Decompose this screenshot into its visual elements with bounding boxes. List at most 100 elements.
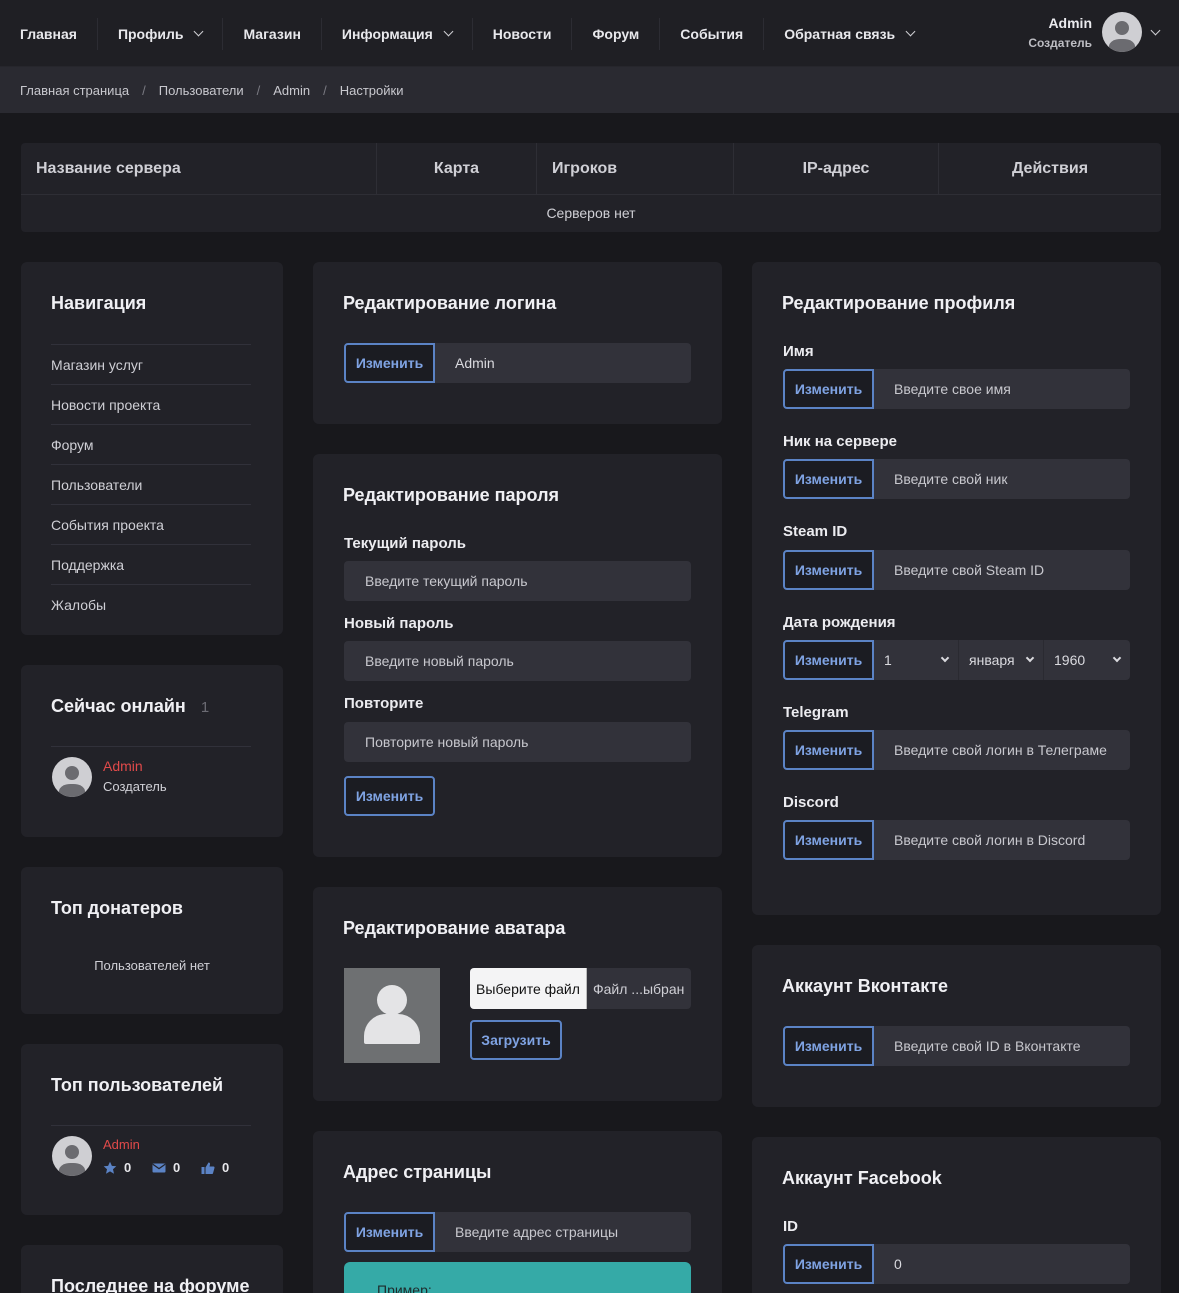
- online-user-name[interactable]: Admin: [103, 758, 143, 774]
- nick-field[interactable]: Введите свой ник: [874, 459, 1130, 499]
- upload-button[interactable]: Загрузить: [470, 1020, 562, 1060]
- birth-year-value: 1960: [1054, 652, 1086, 668]
- profile-edit-title: Редактирование профиля: [782, 293, 1016, 313]
- facebook-account-card: Аккаунт Facebook ID Изменить 0: [752, 1137, 1161, 1293]
- name-label: Имя: [783, 343, 814, 360]
- user-info: Admin Создатель: [1028, 15, 1092, 50]
- steam-label: Steam ID: [783, 523, 848, 540]
- online-user-role: Создатель: [103, 779, 167, 794]
- nav-link-shop-services[interactable]: Магазин услуг: [51, 344, 251, 384]
- breadcrumb-admin[interactable]: Admin: [273, 83, 310, 98]
- star-icon: [103, 1161, 117, 1174]
- current-password-label: Текущий пароль: [344, 535, 466, 552]
- nav-item-label: События: [680, 25, 744, 42]
- top-user-name[interactable]: Admin: [103, 1137, 140, 1152]
- change-steam-button[interactable]: Изменить: [783, 550, 874, 590]
- chevron-down-icon: [905, 26, 916, 37]
- nav-link-forum[interactable]: Форум: [51, 424, 251, 464]
- telegram-field[interactable]: Введите свой логин в Телеграме: [874, 730, 1130, 770]
- facebook-input-group: Изменить 0: [783, 1244, 1130, 1284]
- birth-month-select[interactable]: января: [959, 640, 1044, 680]
- online-now-card: Сейчас онлайн 1 Admin Создатель: [21, 665, 283, 837]
- facebook-title: Аккаунт Facebook: [782, 1168, 942, 1188]
- nav-item-events[interactable]: События: [660, 17, 765, 50]
- change-telegram-button[interactable]: Изменить: [783, 730, 874, 770]
- nav-link-project-news[interactable]: Новости проекта: [51, 384, 251, 424]
- login-field[interactable]: Admin: [435, 343, 691, 383]
- login-input-group: Изменить Admin: [344, 343, 691, 383]
- chevron-down-icon[interactable]: [1150, 25, 1161, 35]
- user-menu[interactable]: Admin Создатель: [1028, 12, 1161, 52]
- nav-item-label: Профиль: [117, 25, 184, 42]
- repeat-password-label: Повторите: [344, 695, 424, 712]
- choose-file-button[interactable]: Выберите файл: [470, 968, 587, 1009]
- avatar[interactable]: [1102, 12, 1142, 52]
- discord-field[interactable]: Введите свой логин в Discord: [874, 820, 1130, 860]
- stat-stars-value: 0: [124, 1160, 132, 1175]
- breadcrumb-separator: /: [256, 82, 261, 98]
- online-title: Сейчас онлайн 1: [51, 696, 209, 717]
- nav-link-project-events[interactable]: События проекта: [51, 504, 251, 544]
- top-donators-card: Топ донатеров Пользователей нет: [21, 867, 283, 1014]
- new-password-field[interactable]: Введите новый пароль: [344, 641, 691, 681]
- nav-item-feedback[interactable]: Обратная связь: [764, 18, 934, 50]
- nav-item-shop[interactable]: Магазин: [223, 17, 322, 50]
- online-count: 1: [200, 699, 210, 716]
- example-banner: Пример:: [344, 1262, 691, 1293]
- facebook-id-field[interactable]: 0: [874, 1244, 1130, 1284]
- telegram-label: Telegram: [783, 704, 849, 721]
- discord-input-group: Изменить Введите свой логин в Discord: [783, 820, 1130, 860]
- change-nick-button[interactable]: Изменить: [783, 459, 874, 499]
- vk-account-card: Аккаунт Вконтакте Изменить Введите свой …: [752, 945, 1161, 1107]
- vk-field[interactable]: Введите свой ID в Вконтакте: [874, 1026, 1130, 1066]
- envelope-icon: [152, 1163, 166, 1172]
- nav-link-support[interactable]: Поддержка: [51, 544, 251, 584]
- discord-label: Discord: [783, 794, 839, 811]
- file-input: Выберите файл Файл ...ыбран: [470, 968, 691, 1009]
- nav-item-info[interactable]: Информация: [322, 17, 473, 50]
- divider: [51, 1125, 251, 1126]
- nav-link-users[interactable]: Пользователи: [51, 464, 251, 504]
- nav-item-news[interactable]: Новости: [473, 17, 573, 50]
- change-facebook-button[interactable]: Изменить: [783, 1244, 874, 1284]
- breadcrumb-users[interactable]: Пользователи: [159, 83, 244, 98]
- change-login-button[interactable]: Изменить: [344, 343, 435, 383]
- password-edit-card: Редактирование пароля Текущий пароль Вве…: [313, 454, 722, 857]
- birth-input-group: Изменить 1 января 1960: [783, 640, 1130, 680]
- login-edit-title: Редактирование логина: [343, 293, 557, 313]
- nav-link-complaints[interactable]: Жалобы: [51, 584, 251, 624]
- avatar[interactable]: [52, 1136, 92, 1176]
- nav-item-profile[interactable]: Профиль: [98, 17, 224, 50]
- birth-year-select[interactable]: 1960: [1044, 640, 1130, 680]
- change-birth-button[interactable]: Изменить: [783, 640, 874, 680]
- nav-item-home[interactable]: Главная: [0, 17, 98, 50]
- birth-day-select[interactable]: 1: [874, 640, 959, 680]
- stat-stars: 0: [103, 1160, 131, 1175]
- facebook-id-label: ID: [783, 1218, 798, 1235]
- chevron-down-icon: [1112, 653, 1122, 663]
- breadcrumb-home[interactable]: Главная страница: [20, 83, 129, 98]
- breadcrumb-separator: /: [323, 82, 327, 98]
- servers-table: Название сервера Карта Игроков IP-адрес …: [21, 143, 1161, 232]
- nav-item-label: Информация: [341, 25, 433, 42]
- change-address-button[interactable]: Изменить: [344, 1212, 435, 1252]
- online-title-text: Сейчас онлайн: [51, 696, 186, 716]
- nav-item-forum[interactable]: Форум: [572, 17, 661, 50]
- change-discord-button[interactable]: Изменить: [783, 820, 874, 860]
- page-address-title: Адрес страницы: [343, 1162, 492, 1182]
- top-users-title: Топ пользователей: [51, 1075, 224, 1095]
- chevron-down-icon: [940, 653, 950, 663]
- name-field[interactable]: Введите свое имя: [874, 369, 1130, 409]
- change-name-button[interactable]: Изменить: [783, 369, 874, 409]
- current-password-field[interactable]: Введите текущий пароль: [344, 561, 691, 601]
- repeat-password-field[interactable]: Повторите новый пароль: [344, 722, 691, 762]
- column-header-players: Игроков: [537, 143, 734, 194]
- change-vk-button[interactable]: Изменить: [783, 1026, 874, 1066]
- nav-item-label: Магазин: [243, 25, 301, 42]
- page-address-field[interactable]: Введите адрес страницы: [435, 1212, 691, 1252]
- nick-input-group: Изменить Введите свой ник: [783, 459, 1130, 499]
- change-password-button[interactable]: Изменить: [344, 776, 435, 816]
- steam-field[interactable]: Введите свой Steam ID: [874, 550, 1130, 590]
- page-address-input-group: Изменить Введите адрес страницы: [344, 1212, 691, 1252]
- avatar[interactable]: [52, 757, 92, 797]
